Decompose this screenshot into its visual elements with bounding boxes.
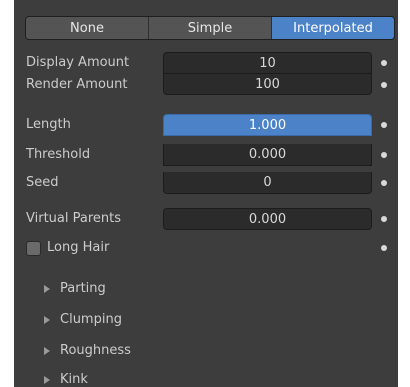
expand-triangle-icon bbox=[44, 347, 50, 355]
clumping-subpanel-header[interactable]: Clumping bbox=[44, 309, 122, 331]
display-amount-label: Display Amount bbox=[26, 55, 130, 70]
virtual-parents-keyframe-dot[interactable] bbox=[381, 216, 387, 222]
length-field[interactable]: 1.000 bbox=[163, 114, 372, 136]
seed-field[interactable]: 0 bbox=[163, 172, 372, 194]
roughness-subpanel-label: Roughness bbox=[60, 343, 131, 358]
long-hair-label: Long Hair bbox=[47, 240, 110, 255]
parting-subpanel-label: Parting bbox=[60, 281, 106, 296]
child-mode-interpolated-button[interactable]: Interpolated bbox=[272, 17, 394, 39]
display-amount-field[interactable]: 10 bbox=[163, 52, 372, 74]
seed-label: Seed bbox=[26, 175, 59, 190]
child-mode-simple-button[interactable]: Simple bbox=[149, 17, 272, 39]
threshold-keyframe-dot[interactable] bbox=[381, 152, 387, 158]
render-amount-keyframe-dot[interactable] bbox=[381, 82, 387, 88]
render-amount-label: Render Amount bbox=[26, 77, 128, 92]
clumping-subpanel-label: Clumping bbox=[60, 312, 122, 327]
kink-subpanel-header[interactable]: Kink bbox=[44, 369, 88, 387]
threshold-field[interactable]: 0.000 bbox=[163, 144, 372, 166]
expand-triangle-icon bbox=[44, 376, 50, 384]
seed-keyframe-dot[interactable] bbox=[381, 180, 387, 186]
kink-subpanel-label: Kink bbox=[60, 372, 88, 387]
virtual-parents-label: Virtual Parents bbox=[26, 211, 121, 226]
threshold-label: Threshold bbox=[26, 147, 91, 162]
display-amount-keyframe-dot[interactable] bbox=[381, 60, 387, 66]
child-particles-panel: None Simple Interpolated Display Amount … bbox=[14, 0, 398, 387]
length-label: Length bbox=[26, 117, 71, 132]
long-hair-checkbox[interactable] bbox=[26, 241, 41, 256]
long-hair-keyframe-dot[interactable] bbox=[381, 245, 387, 251]
expand-triangle-icon bbox=[44, 316, 50, 324]
expand-triangle-icon bbox=[44, 285, 50, 293]
parting-subpanel-header[interactable]: Parting bbox=[44, 278, 106, 300]
roughness-subpanel-header[interactable]: Roughness bbox=[44, 340, 131, 362]
child-mode-none-button[interactable]: None bbox=[26, 17, 149, 39]
render-amount-field[interactable]: 100 bbox=[163, 74, 372, 95]
child-mode-selector: None Simple Interpolated bbox=[25, 16, 395, 40]
length-keyframe-dot[interactable] bbox=[381, 122, 387, 128]
virtual-parents-field[interactable]: 0.000 bbox=[163, 208, 372, 230]
